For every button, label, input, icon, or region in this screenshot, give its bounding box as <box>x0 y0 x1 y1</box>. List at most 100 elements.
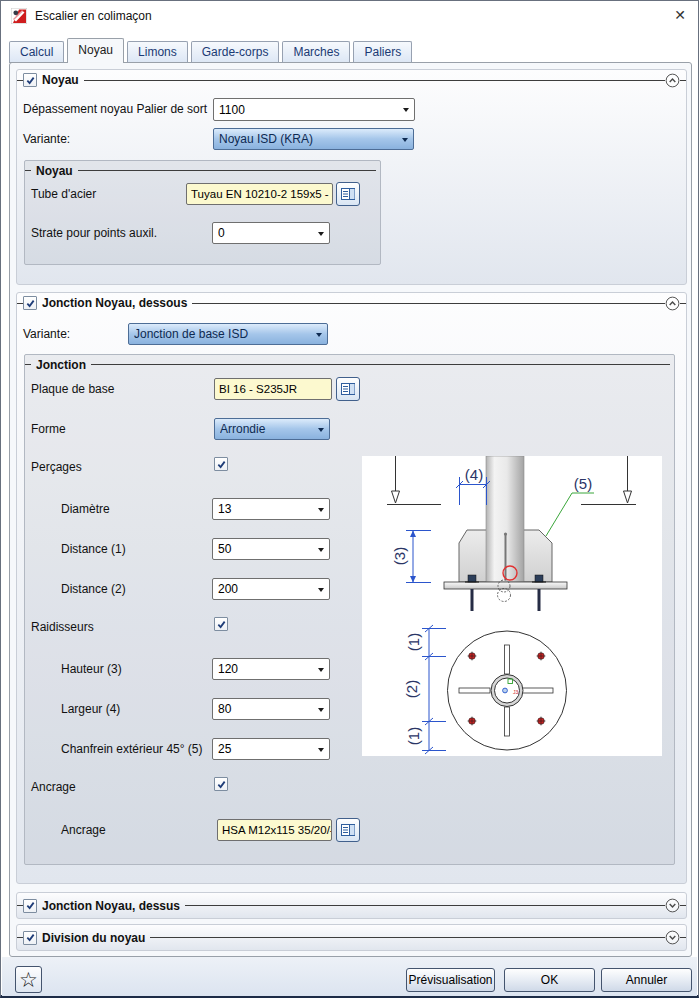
star-icon: ☆ <box>19 968 38 991</box>
dropdown-arrow-icon <box>403 108 409 115</box>
group-division-noyau-header: Division du noyau <box>17 925 686 950</box>
tab-bar: Calcul Noyau Limons Garde-corps Marches … <box>9 38 415 63</box>
tab-page-noyau: Noyau Dépassement noyau Palier de sort 1… <box>9 62 692 957</box>
ancrage-label: Ancrage <box>31 776 76 798</box>
table-icon <box>341 188 355 200</box>
tab-limons[interactable]: Limons <box>127 41 188 63</box>
group-noyau-header: Noyau <box>17 70 686 90</box>
largeur-label: Largeur (4) <box>61 698 120 720</box>
group-jonction-dessous: Jonction Noyau, dessous Variante: Joncti… <box>16 292 687 884</box>
tube-acier-field[interactable]: Tuyau EN 10210-2 159x5 - S2 <box>186 183 333 205</box>
tab-paliers[interactable]: Paliers <box>353 41 412 63</box>
dropdown-arrow-icon <box>402 138 408 145</box>
tube-acier-catalog-button[interactable] <box>336 182 360 206</box>
chanfrein-label: Chanfrein extérieur 45° (5) <box>61 738 203 760</box>
subgroup-jonction: Jonction Plaque de base BI 16 - S235JR F… <box>24 354 675 865</box>
group-noyau-title: Noyau <box>42 73 79 87</box>
base-joint-diagram: (4) (3) (5) <box>362 456 662 756</box>
preview-button[interactable]: Prévisualisation <box>406 968 495 992</box>
cancel-button[interactable]: Annuler <box>601 968 692 992</box>
forme-label: Forme <box>31 418 66 440</box>
collapse-down-icon[interactable] <box>665 898 680 913</box>
plaque-field[interactable]: BI 16 - S235JR <box>214 378 332 400</box>
base-plate <box>444 582 567 589</box>
dropdown-arrow-icon <box>318 232 324 239</box>
group-jonction-dessus-checkbox[interactable] <box>23 899 37 913</box>
app-icon <box>11 8 27 24</box>
group-division-noyau-title: Division du noyau <box>42 931 145 945</box>
window-title: Escalier en colimaçon <box>35 9 152 23</box>
svg-text:J3: J3 <box>513 689 519 695</box>
diametre-combo[interactable]: 13 <box>212 498 330 520</box>
group-jonction-dessous-header: Jonction Noyau, dessous <box>17 293 686 313</box>
tab-noyau[interactable]: Noyau <box>67 38 124 63</box>
dropdown-arrow-icon <box>318 708 324 715</box>
distance2-label: Distance (2) <box>61 578 126 600</box>
close-icon[interactable]: ✕ <box>674 8 686 23</box>
group-jonction-dessous-title: Jonction Noyau, dessous <box>42 296 187 310</box>
dropdown-arrow-icon <box>318 668 324 675</box>
depassement-combo[interactable]: 1100 <box>213 98 415 121</box>
subgroup-jonction-header: Jonction <box>25 355 674 371</box>
tab-garde-corps[interactable]: Garde-corps <box>191 41 280 63</box>
dropdown-arrow-icon <box>318 748 324 755</box>
table-icon <box>341 824 355 836</box>
group-noyau: Noyau Dépassement noyau Palier de sort 1… <box>16 69 687 285</box>
dropdown-arrow-icon <box>318 588 324 595</box>
dropdown-arrow-icon <box>318 428 324 435</box>
dim-label-3: (3) <box>391 547 408 565</box>
distance2-combo[interactable]: 200 <box>212 578 330 600</box>
dim-label-5: (5) <box>574 475 592 492</box>
tube-acier-label: Tube d'acier <box>31 183 96 205</box>
variante2-label: Variante: <box>23 323 70 345</box>
depassement-label: Dépassement noyau Palier de sort <box>23 98 207 120</box>
tab-calcul[interactable]: Calcul <box>9 41 64 63</box>
table-icon <box>341 383 355 395</box>
group-jonction-dessus-header: Jonction Noyau, dessus <box>17 893 686 918</box>
ancrage-catalog-button[interactable] <box>336 818 360 842</box>
raidisseurs-label: Raidisseurs <box>31 616 94 638</box>
dim-label-2: (2) <box>403 680 420 698</box>
collapse-down-icon[interactable] <box>665 930 680 945</box>
group-division-noyau-checkbox[interactable] <box>23 931 37 945</box>
hauteur-combo[interactable]: 120 <box>212 658 330 680</box>
diametre-label: Diamètre <box>61 498 110 520</box>
title-bar: Escalier en colimaçon ✕ <box>1 1 698 31</box>
group-jonction-dessus: Jonction Noyau, dessus <box>16 892 687 919</box>
strate-label: Strate pour points auxil. <box>31 222 157 244</box>
percages-checkbox[interactable] <box>214 457 228 471</box>
strate-combo[interactable]: 0 <box>212 222 330 244</box>
dropdown-arrow-icon <box>318 548 324 555</box>
distance1-combo[interactable]: 50 <box>212 538 330 560</box>
raidisseurs-checkbox[interactable] <box>214 617 228 631</box>
forme-combo[interactable]: Arrondie <box>214 418 330 440</box>
subgroup-noyau: Noyau Tube d'acier Tuyau EN 10210-2 159x… <box>24 160 381 265</box>
plaque-label: Plaque de base <box>31 378 114 400</box>
collapse-up-icon[interactable] <box>665 73 680 88</box>
largeur-combo[interactable]: 80 <box>212 698 330 720</box>
ancrage-checkbox[interactable] <box>214 777 228 791</box>
group-jonction-dessous-checkbox[interactable] <box>23 296 37 310</box>
dim-label-1a: (1) <box>405 633 422 651</box>
group-division-noyau: Division du noyau <box>16 924 687 951</box>
subgroup-noyau-title: Noyau <box>36 164 73 178</box>
ok-button[interactable]: OK <box>504 968 595 992</box>
plaque-catalog-button[interactable] <box>336 377 360 401</box>
variante-label: Variante: <box>23 128 70 150</box>
variante-combo[interactable]: Noyau ISD (KRA) <box>213 128 414 150</box>
group-noyau-checkbox[interactable] <box>23 73 37 87</box>
footer-bar: ☆ Prévisualisation OK Annuler <box>2 957 697 996</box>
variante2-combo[interactable]: Jonction de base ISD <box>128 323 328 345</box>
hauteur-label: Hauteur (3) <box>61 658 122 680</box>
ancrage-item-label: Ancrage <box>61 819 106 841</box>
subgroup-jonction-title: Jonction <box>36 358 86 372</box>
chanfrein-combo[interactable]: 25 <box>212 738 330 760</box>
dialog-window: Escalier en colimaçon ✕ Calcul Noyau Lim… <box>0 0 699 998</box>
subgroup-noyau-header: Noyau <box>25 161 380 177</box>
favorite-button[interactable]: ☆ <box>15 966 42 993</box>
tab-marches[interactable]: Marches <box>282 41 350 63</box>
dim-label-1b: (1) <box>405 727 422 745</box>
collapse-up-icon[interactable] <box>665 296 680 311</box>
ancrage-field[interactable]: HSA M12x115 35/20/-5 <box>217 819 332 841</box>
group-jonction-dessus-title: Jonction Noyau, dessus <box>42 899 180 913</box>
